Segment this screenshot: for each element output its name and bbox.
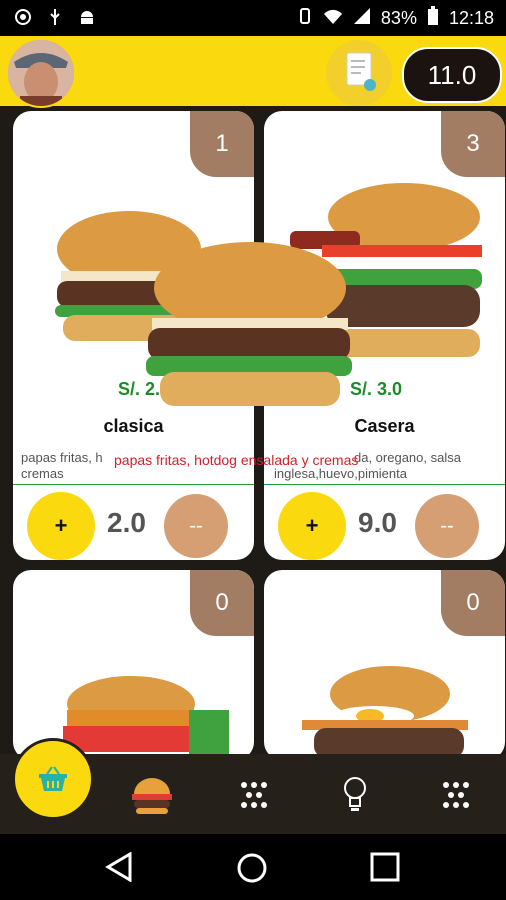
document-icon xyxy=(346,52,376,91)
burger-image xyxy=(302,666,468,758)
product-card-3[interactable]: 0 xyxy=(13,570,254,760)
battery-percent: 83% xyxy=(380,8,417,28)
grid-dots-icon[interactable] xyxy=(442,781,470,809)
user-avatar[interactable] xyxy=(6,38,76,108)
product-price: S/. 3.0 xyxy=(350,379,403,399)
add-button[interactable]: + xyxy=(27,492,95,560)
burger-menu-icon[interactable] xyxy=(130,774,174,814)
product-description: papas fritas, h cremas xyxy=(21,450,103,481)
product-name: Casera xyxy=(354,416,415,436)
order-total: 11.0 xyxy=(402,47,502,103)
item-quantity: 9.0 xyxy=(358,507,397,538)
quantity-badge: 1 xyxy=(190,111,254,177)
wifi-icon xyxy=(323,8,343,29)
back-icon[interactable] xyxy=(104,852,134,882)
basket-icon xyxy=(39,766,67,791)
product-card-4[interactable]: 0 xyxy=(264,570,505,760)
product-name: clasica xyxy=(103,416,164,436)
battery-icon xyxy=(427,6,439,31)
order-document-button[interactable] xyxy=(326,40,392,106)
item-quantity: 2.0 xyxy=(107,507,146,538)
recents-icon[interactable] xyxy=(370,852,400,882)
remove-button[interactable]: -- xyxy=(164,494,228,558)
quantity-badge: 0 xyxy=(441,570,505,636)
home-icon[interactable] xyxy=(236,852,268,884)
system-navigation-bar xyxy=(0,834,506,900)
clock: 12:18 xyxy=(448,8,494,28)
usb-icon xyxy=(46,8,64,26)
quantity-badge: 0 xyxy=(190,570,254,636)
cart-button[interactable] xyxy=(12,738,94,820)
add-button[interactable]: + xyxy=(278,492,346,560)
grid-dots-icon[interactable] xyxy=(240,781,268,809)
signal-icon xyxy=(353,8,371,29)
burger-image xyxy=(63,676,229,754)
divider xyxy=(13,484,254,485)
toast-message: papas fritas, hotdog ensalada y cremas xyxy=(114,452,359,468)
divider xyxy=(264,484,505,485)
quantity-badge: 3 xyxy=(441,111,505,177)
android-icon xyxy=(78,8,96,26)
settings-status-icon xyxy=(14,8,32,26)
remove-button[interactable]: -- xyxy=(415,494,479,558)
dragged-burger-image[interactable] xyxy=(146,240,356,412)
vibrate-icon xyxy=(297,7,313,30)
status-bar: 83% 12:18 xyxy=(0,0,506,36)
lightbulb-icon[interactable] xyxy=(342,776,368,812)
